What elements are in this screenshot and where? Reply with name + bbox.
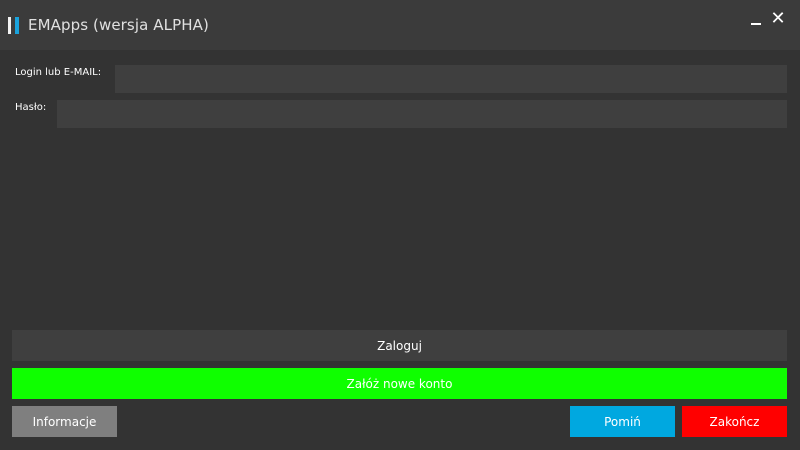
minimize-button[interactable]: [746, 9, 766, 29]
login-label: Login lub E-MAIL:: [15, 67, 102, 78]
title-bar[interactable]: EMApps (wersja ALPHA) ✕: [0, 0, 800, 50]
password-label: Hasło:: [15, 102, 47, 113]
password-input[interactable]: [57, 100, 787, 128]
skip-button[interactable]: Pomiń: [570, 406, 675, 437]
login-input[interactable]: [115, 65, 787, 93]
minimize-icon: [751, 23, 761, 25]
logo-bar-blue: [15, 17, 19, 34]
close-button[interactable]: ✕: [768, 9, 788, 29]
register-button[interactable]: Załóż nowe konto: [12, 368, 787, 399]
app-logo-icon: [8, 17, 20, 34]
logo-bar-white: [8, 17, 11, 34]
window-title: EMApps (wersja ALPHA): [28, 16, 209, 34]
exit-button[interactable]: Zakończ: [682, 406, 787, 437]
login-button[interactable]: Zaloguj: [12, 330, 787, 361]
close-icon: ✕: [770, 8, 786, 29]
info-button[interactable]: Informacje: [12, 406, 117, 437]
